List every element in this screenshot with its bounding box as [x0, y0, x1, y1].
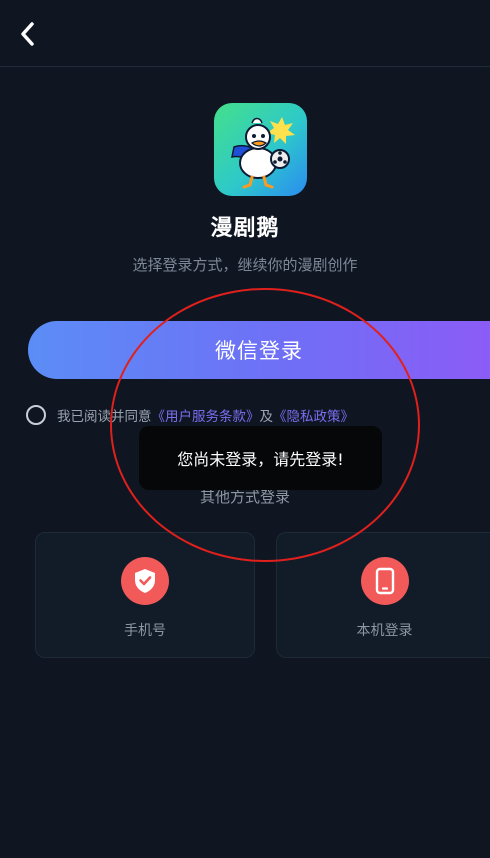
shield-check-icon — [135, 569, 155, 593]
wechat-login-button[interactable]: 微信登录 — [28, 321, 490, 379]
phone-login-label: 手机号 — [124, 623, 166, 639]
top-bar — [0, 0, 490, 67]
toast-message: 您尚未登录，请先登录! — [139, 426, 382, 490]
phone-login-card[interactable]: 手机号 — [35, 532, 255, 658]
method-icon-badge — [360, 557, 409, 605]
back-button[interactable] — [12, 18, 42, 50]
app-name: 漫剧鹅 — [210, 216, 280, 241]
agreement-checkbox[interactable] — [26, 405, 46, 425]
local-login-label: 本机登录 — [356, 623, 413, 639]
local-login-card[interactable]: 本机登录 — [276, 532, 490, 658]
app-subtitle: 选择登录方式，继续你的漫剧创作 — [132, 256, 358, 274]
agreement-prefix: 我已阅读并同意 — [57, 409, 152, 425]
duck-mascot-logo — [214, 103, 307, 196]
method-icon-badge — [121, 557, 169, 605]
privacy-link[interactable]: 《隐私政策》 — [273, 405, 354, 425]
app-logo — [214, 103, 307, 196]
agreement-row: 我已阅读并同意 《用户服务条款》 及 《隐私政策》 — [26, 403, 354, 427]
terms-link[interactable]: 《用户服务条款》 — [152, 405, 260, 425]
agreement-conjunction: 及 — [259, 409, 274, 425]
smartphone-icon — [375, 567, 394, 595]
chevron-left-icon — [21, 22, 34, 46]
